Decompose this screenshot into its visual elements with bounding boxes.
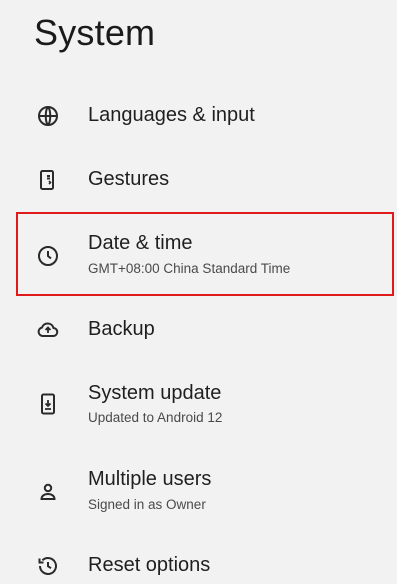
- system-update-icon: [36, 392, 60, 416]
- gestures-phone-icon: [36, 168, 60, 192]
- settings-item-label: System update: [88, 382, 222, 404]
- settings-item-gestures[interactable]: Gestures: [0, 148, 397, 212]
- settings-item-summary: Signed in as Owner: [88, 497, 206, 512]
- settings-item-label: Gestures: [88, 168, 170, 190]
- settings-item-languages-input[interactable]: Languages & input: [0, 84, 397, 148]
- settings-item-label: Multiple users: [88, 468, 212, 490]
- settings-item-label: Backup: [88, 318, 155, 340]
- settings-item-label: Languages & input: [88, 104, 255, 126]
- person-icon: [36, 480, 60, 504]
- globe-icon: [36, 104, 60, 128]
- cloud-upload-icon: [36, 318, 60, 342]
- settings-item-backup[interactable]: Backup: [0, 298, 397, 362]
- settings-item-multiple-users[interactable]: Multiple users Signed in as Owner: [0, 456, 397, 530]
- settings-item-reset-options[interactable]: Reset options: [0, 534, 397, 584]
- history-icon: [36, 554, 60, 578]
- settings-item-label: Reset options: [88, 554, 211, 576]
- settings-item-summary: Updated to Android 12: [88, 410, 223, 425]
- settings-item-system-update[interactable]: System update Updated to Android 12: [0, 368, 397, 442]
- page-title: System: [34, 12, 156, 53]
- highlight-box: [16, 212, 394, 296]
